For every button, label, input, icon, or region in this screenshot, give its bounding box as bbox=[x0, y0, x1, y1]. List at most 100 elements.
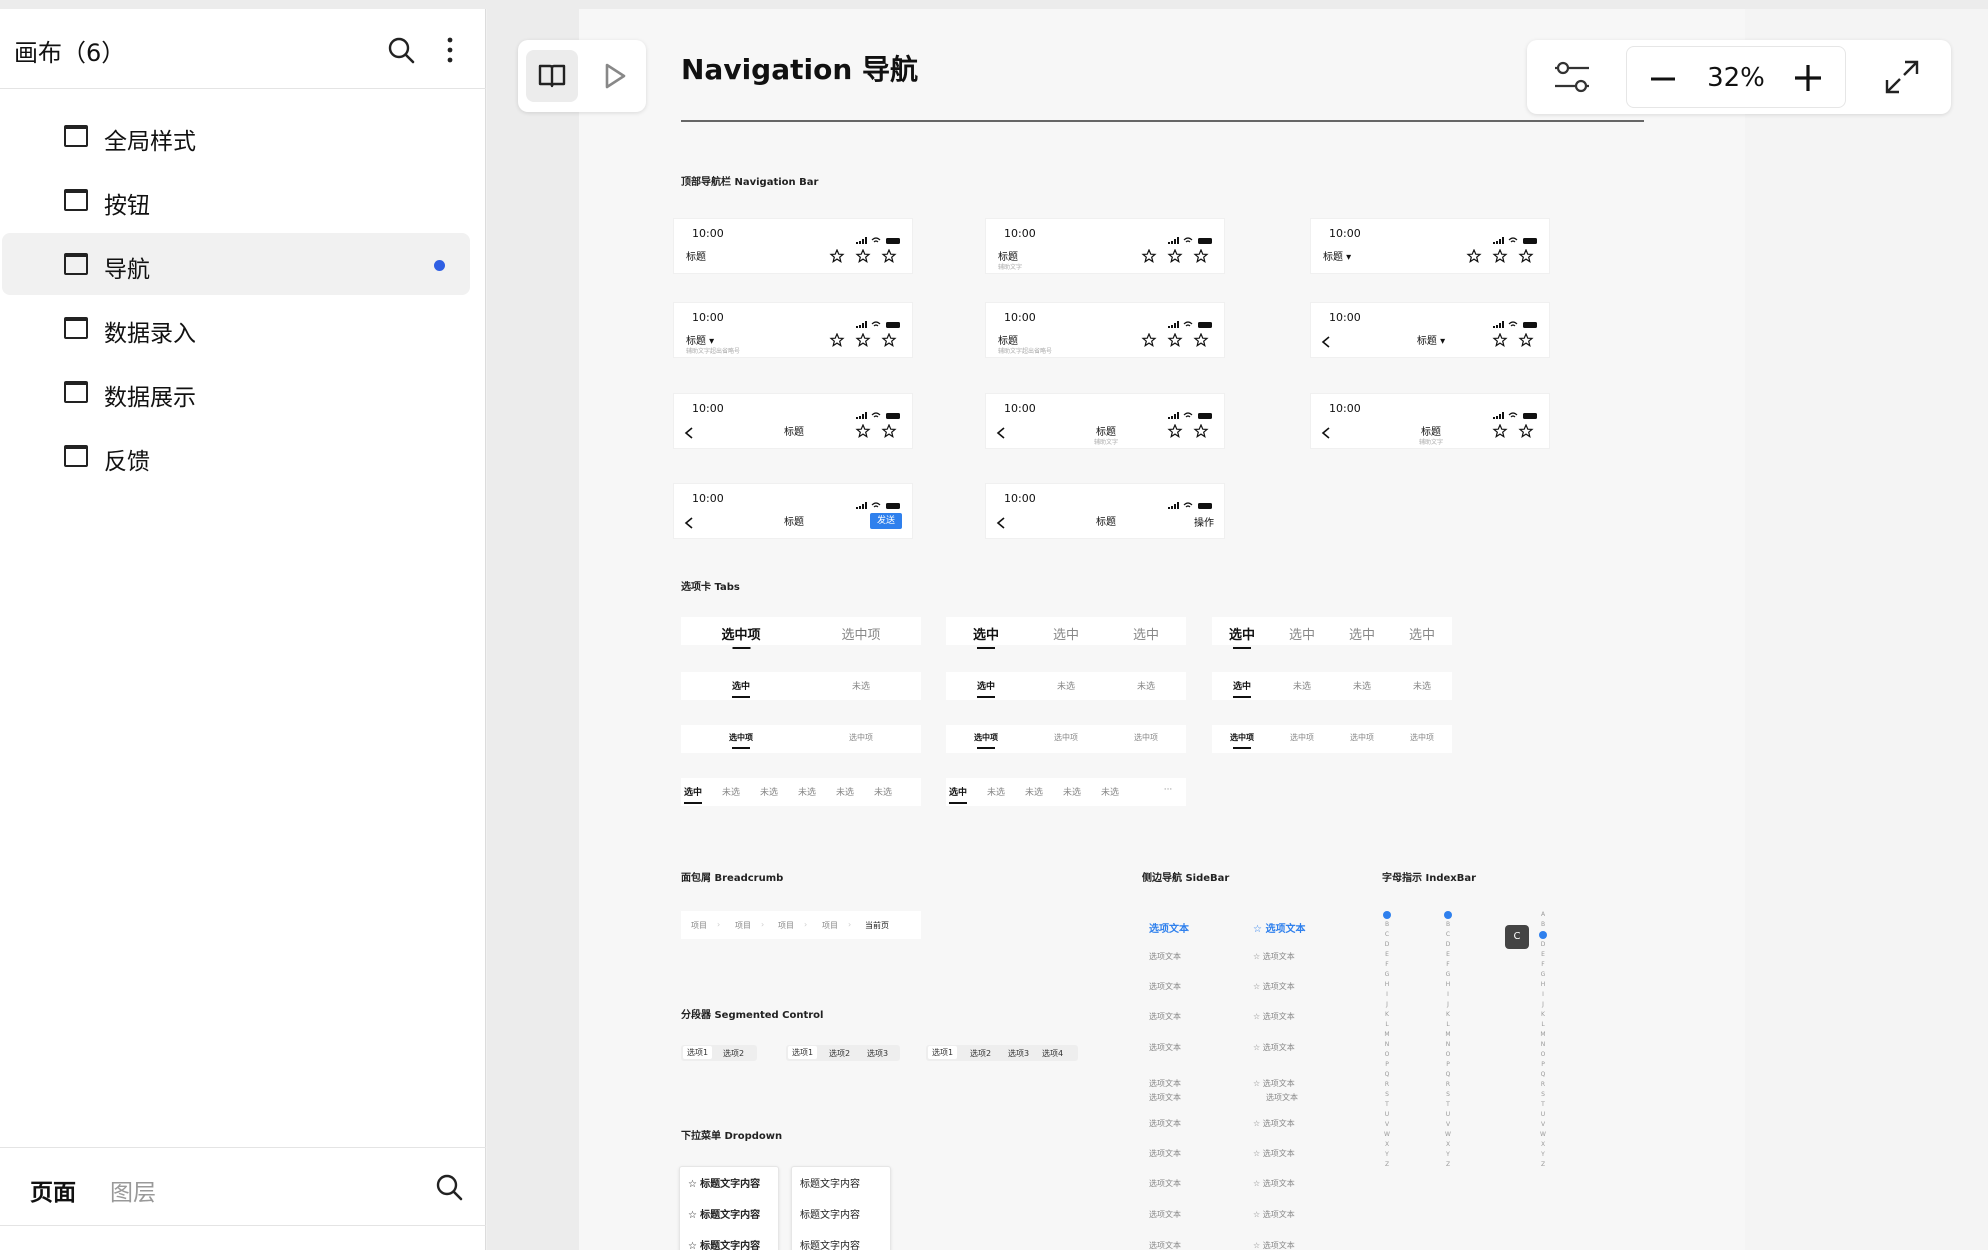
tab-item[interactable]: 选中项 bbox=[841, 624, 880, 643]
index-letter[interactable]: F bbox=[1383, 960, 1391, 970]
tab-item[interactable]: 未选 bbox=[836, 785, 854, 798]
tab-item[interactable]: 选中项 bbox=[1134, 732, 1158, 743]
sidebar-nav-item-with-icon[interactable]: ☆ 选项文本 bbox=[1253, 1178, 1295, 1189]
tab-item[interactable]: 选中 bbox=[1053, 624, 1079, 643]
sidebar-nav-item[interactable]: 选项文本 bbox=[1149, 1148, 1181, 1159]
segment-option[interactable]: 选项4 bbox=[1042, 1048, 1063, 1059]
page-item-feedback[interactable]: 反馈 bbox=[2, 425, 470, 487]
sidebar-nav-item[interactable]: 选项文本 bbox=[1149, 951, 1181, 962]
tab-more-icon[interactable]: ··· bbox=[1164, 785, 1173, 795]
tab-pages[interactable]: 页面 bbox=[30, 1173, 76, 1207]
tab-item[interactable]: 未选 bbox=[874, 785, 892, 798]
index-letter[interactable]: E bbox=[1444, 950, 1452, 960]
page-item-button[interactable]: 按钮 bbox=[2, 169, 470, 231]
index-letter[interactable]: X bbox=[1383, 1140, 1391, 1150]
tab-item[interactable]: 选中项 bbox=[974, 732, 998, 749]
star-icons[interactable] bbox=[824, 332, 902, 347]
index-letter[interactable]: E bbox=[1383, 950, 1391, 960]
index-letter[interactable]: B bbox=[1539, 920, 1547, 930]
segment-option[interactable]: 选项3 bbox=[867, 1048, 888, 1059]
index-letter[interactable]: G bbox=[1539, 970, 1547, 980]
segment-option[interactable]: 选项2 bbox=[723, 1048, 744, 1059]
breadcrumb-item[interactable]: 项目 bbox=[735, 920, 751, 931]
tab-item[interactable]: 选中项 bbox=[1290, 732, 1314, 743]
index-letter[interactable]: V bbox=[1383, 1120, 1391, 1130]
index-letter[interactable]: Y bbox=[1383, 1150, 1391, 1160]
tab-item[interactable]: 选中项 bbox=[1410, 732, 1434, 743]
index-letter[interactable]: L bbox=[1539, 1020, 1547, 1030]
index-letter[interactable]: S bbox=[1539, 1090, 1547, 1100]
index-letter[interactable]: Q bbox=[1383, 1070, 1391, 1080]
tab-item[interactable]: 未选 bbox=[1025, 785, 1043, 798]
sidebar-nav-item[interactable]: 选项文本 bbox=[1149, 981, 1181, 992]
tab-item[interactable]: 未选 bbox=[1413, 679, 1431, 692]
segment-option[interactable]: 选项1 bbox=[788, 1046, 818, 1059]
tab-item[interactable]: 选中 bbox=[683, 785, 703, 804]
tab-item[interactable]: 选中项 bbox=[1350, 732, 1374, 743]
star-icons[interactable] bbox=[1487, 423, 1539, 438]
tab-item[interactable]: 未选 bbox=[798, 785, 816, 798]
segment-option[interactable]: 选项3 bbox=[1008, 1048, 1029, 1059]
tab-item[interactable]: 选中 bbox=[1289, 624, 1315, 643]
index-letter[interactable]: W bbox=[1383, 1130, 1391, 1140]
index-letter[interactable]: H bbox=[1444, 980, 1452, 990]
breadcrumb-item[interactable]: 项目 bbox=[691, 920, 707, 931]
star-icons[interactable] bbox=[824, 248, 902, 263]
index-letter[interactable]: X bbox=[1444, 1140, 1452, 1150]
star-icons[interactable] bbox=[1136, 332, 1214, 347]
index-letter[interactable]: E bbox=[1539, 950, 1547, 960]
sidebar-nav-item[interactable]: 选项文本 bbox=[1149, 1042, 1181, 1053]
tab-item[interactable]: 选中 bbox=[731, 679, 751, 698]
star-icons[interactable] bbox=[1487, 332, 1539, 347]
index-letter[interactable]: A bbox=[1539, 910, 1547, 920]
sidebar-nav-item[interactable]: 选项文本 bbox=[1149, 920, 1189, 935]
breadcrumb-item[interactable]: 项目 bbox=[822, 920, 838, 931]
index-letter[interactable]: O bbox=[1383, 1050, 1391, 1060]
sidebar-nav-item-with-icon[interactable]: ☆ 选项文本 bbox=[1253, 1011, 1295, 1022]
page-item-data-entry[interactable]: 数据录入 bbox=[2, 297, 470, 359]
tab-item[interactable]: 选中 bbox=[1229, 624, 1255, 649]
index-letter[interactable]: W bbox=[1444, 1130, 1452, 1140]
adjust-icon[interactable] bbox=[1551, 56, 1593, 98]
tab-item[interactable]: 未选 bbox=[722, 785, 740, 798]
search-icon[interactable] bbox=[386, 35, 416, 65]
dropdown-item[interactable]: 标题文字内容 bbox=[800, 1175, 860, 1190]
star-icons[interactable] bbox=[850, 423, 902, 438]
index-letter[interactable]: K bbox=[1383, 1010, 1391, 1020]
index-letter[interactable]: K bbox=[1444, 1010, 1452, 1020]
index-letter[interactable]: N bbox=[1444, 1040, 1452, 1050]
index-letter[interactable]: V bbox=[1444, 1120, 1452, 1130]
tab-item[interactable]: 未选 bbox=[1057, 679, 1075, 692]
tab-item[interactable]: 选中 bbox=[973, 624, 999, 649]
dropdown-item[interactable]: 标题文字内容 bbox=[800, 1206, 860, 1221]
tab-item[interactable]: 选中 bbox=[976, 679, 996, 698]
sidebar-nav-item-with-icon[interactable]: ☆ 选项文本 bbox=[1253, 951, 1295, 962]
dropdown-item[interactable]: ☆ 标题文字内容 bbox=[688, 1175, 760, 1190]
segment-option[interactable]: 选项2 bbox=[829, 1048, 850, 1059]
index-letter[interactable]: M bbox=[1444, 1030, 1452, 1040]
index-letter[interactable]: O bbox=[1444, 1050, 1452, 1060]
index-letter[interactable]: F bbox=[1539, 960, 1547, 970]
index-letter[interactable]: L bbox=[1444, 1020, 1452, 1030]
action-link[interactable]: 操作 bbox=[1194, 514, 1214, 529]
sidebar-nav-item[interactable]: 选项文本 bbox=[1149, 1178, 1181, 1189]
tab-item[interactable]: 未选 bbox=[852, 679, 870, 692]
index-letter[interactable]: B bbox=[1383, 920, 1391, 930]
index-letter[interactable]: L bbox=[1383, 1020, 1391, 1030]
zoom-out-icon[interactable] bbox=[1649, 65, 1677, 93]
tab-item[interactable]: 选中项 bbox=[721, 624, 761, 649]
index-letter[interactable]: Y bbox=[1539, 1150, 1547, 1160]
index-letter[interactable]: O bbox=[1539, 1050, 1547, 1060]
index-letter[interactable]: C bbox=[1383, 930, 1391, 940]
tab-item[interactable]: 选中 bbox=[948, 785, 968, 804]
tab-item[interactable]: 未选 bbox=[1063, 785, 1081, 798]
index-letter[interactable]: T bbox=[1383, 1100, 1391, 1110]
more-vertical-icon[interactable] bbox=[436, 35, 464, 65]
sidebar-nav-item-with-icon[interactable]: ☆ 选项文本 bbox=[1253, 1209, 1295, 1220]
dropdown-item[interactable]: ☆ 标题文字内容 bbox=[688, 1206, 760, 1221]
doc-mode-button[interactable] bbox=[526, 50, 578, 102]
tab-item[interactable]: 未选 bbox=[987, 785, 1005, 798]
index-letter-current[interactable] bbox=[1539, 931, 1547, 939]
index-letter[interactable]: Q bbox=[1444, 1070, 1452, 1080]
index-letter[interactable]: X bbox=[1539, 1140, 1547, 1150]
